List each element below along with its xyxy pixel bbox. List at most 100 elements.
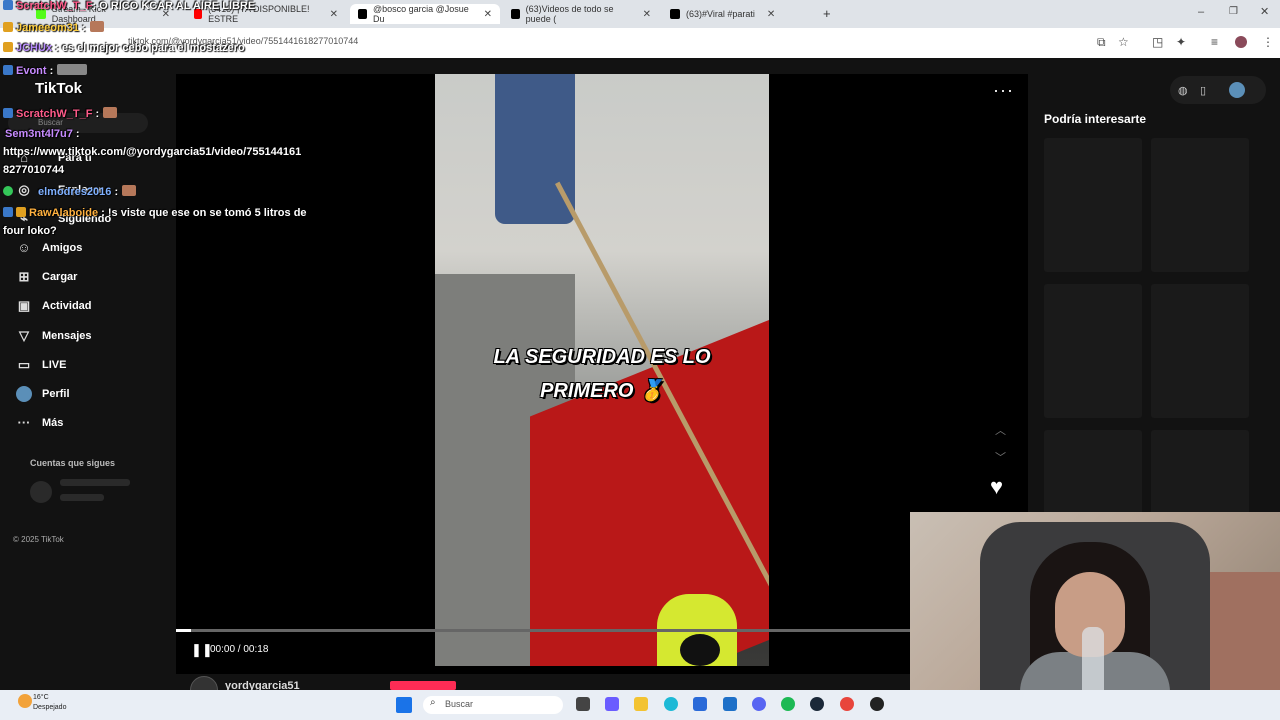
- friends-icon: ☺: [17, 240, 31, 255]
- minimize-icon[interactable]: –: [1198, 6, 1204, 18]
- chat-message: ScratchW_T_F :: [3, 107, 118, 120]
- chevron-down-icon[interactable]: ﹀: [995, 449, 1006, 465]
- close-icon[interactable]: ✕: [484, 9, 492, 20]
- chat-badge-icon: [3, 207, 13, 217]
- chat-badge-icon: [3, 22, 13, 32]
- translate-icon[interactable]: ⧉: [1097, 35, 1106, 50]
- chat-message: four loko?: [3, 225, 57, 237]
- more-icon: ···: [17, 415, 31, 430]
- video-time: 00:00 / 00:18: [210, 644, 269, 655]
- chat-emote-icon: [89, 21, 104, 32]
- windows-start-icon[interactable]: [396, 697, 412, 713]
- tiktok-logo[interactable]: TikTok: [35, 80, 82, 97]
- sidebar-item-perfil[interactable]: Perfil: [16, 386, 70, 402]
- chat-emote-icon: [103, 107, 118, 118]
- tab-tiktok-active[interactable]: @bosco garcia @Josue Du ✕: [350, 4, 500, 24]
- progress-fill: [176, 629, 191, 632]
- close-icon[interactable]: ✕: [643, 9, 651, 20]
- chat-badge-icon: [3, 65, 13, 75]
- bookmark-star-icon[interactable]: ☆: [1118, 35, 1129, 49]
- activity-icon: ▣: [17, 298, 31, 313]
- puzzle-icon[interactable]: ✦: [1176, 35, 1186, 49]
- outlook-icon[interactable]: [723, 697, 737, 711]
- sidebar-item-amigos[interactable]: ☺ Amigos: [16, 240, 82, 255]
- extension-icon[interactable]: ◳: [1152, 35, 1163, 49]
- browser-menu-icon[interactable]: ⋮: [1262, 35, 1274, 49]
- copyright: © 2025 TikTok: [13, 535, 64, 544]
- sidebar-item-cargar[interactable]: ⊞ Cargar: [16, 269, 78, 285]
- tab-tiktok-viral[interactable]: (63)#Viral #parati ✕: [662, 4, 822, 24]
- chat-message: Jameeom31 :: [3, 21, 104, 34]
- profile-icon: [16, 386, 32, 402]
- chat-badge-icon: [3, 42, 13, 52]
- weather-status: Despejado: [33, 704, 67, 711]
- steam-icon[interactable]: [810, 697, 824, 711]
- live-icon: ▭: [17, 357, 31, 372]
- suggestion-card[interactable]: [1151, 284, 1249, 418]
- tiktok-icon: [670, 9, 680, 19]
- store-icon[interactable]: [693, 697, 707, 711]
- close-icon[interactable]: ✕: [330, 9, 338, 20]
- like-heart-icon[interactable]: ♥: [990, 474, 1003, 500]
- obs-icon[interactable]: [870, 697, 884, 711]
- webcam-overlay: [910, 512, 1280, 720]
- video-caption: LA SEGURIDAD ES LO PRIMERO 🥇: [435, 340, 769, 408]
- sidebar-item-actividad[interactable]: ▣ Actividad: [16, 298, 92, 314]
- profile-avatar-icon[interactable]: [1235, 36, 1247, 48]
- weather-icon[interactable]: [18, 694, 32, 708]
- upload-icon: ⊞: [18, 269, 30, 284]
- tiktok-icon: [511, 9, 520, 19]
- suggestion-card[interactable]: [1044, 138, 1142, 272]
- skeleton-avatar: [30, 481, 52, 503]
- file-explorer-icon[interactable]: [634, 697, 648, 711]
- chat-message: Sem3nt4l7u7 :: [5, 128, 80, 140]
- chevron-up-icon[interactable]: ︿: [995, 422, 1006, 438]
- chat-message: JCHUx : es el mejor cebo para el mostaze…: [3, 42, 245, 54]
- tab-tiktok-videos[interactable]: (63)Videos de todo se puede (✕: [503, 4, 659, 24]
- caption-line-2: PRIMERO 🥇: [540, 380, 664, 402]
- sidebar-item-mas[interactable]: ··· Más: [16, 415, 64, 430]
- chat-message-link[interactable]: 8277010744: [3, 164, 64, 176]
- progress-track[interactable]: [176, 629, 910, 632]
- chat-emote-icon: [122, 185, 137, 196]
- follow-button[interactable]: [390, 681, 456, 690]
- phone-icon[interactable]: ▯: [1200, 84, 1206, 97]
- copilot-icon[interactable]: [605, 697, 619, 711]
- video-worker-top: [495, 74, 575, 224]
- discord-icon[interactable]: [752, 697, 766, 711]
- skeleton-line: [60, 494, 104, 501]
- chat-badge-icon: [3, 0, 13, 10]
- edge-icon[interactable]: [664, 697, 678, 711]
- user-avatar-icon[interactable]: [1229, 82, 1245, 98]
- window-close-icon[interactable]: ✕: [1260, 5, 1269, 18]
- close-icon[interactable]: ✕: [767, 9, 775, 20]
- sidebar-item-live[interactable]: ▭ LIVE: [16, 357, 67, 373]
- taskbar-search[interactable]: Buscar: [423, 696, 563, 714]
- maximize-icon[interactable]: ❐: [1229, 6, 1238, 17]
- suggestion-card[interactable]: [1151, 138, 1249, 272]
- video-worker-head: [680, 634, 720, 666]
- coin-icon[interactable]: ◍: [1178, 84, 1188, 97]
- media-icon[interactable]: ≡: [1211, 35, 1218, 49]
- chrome-icon[interactable]: [840, 697, 854, 711]
- task-view-icon[interactable]: [576, 697, 590, 711]
- suggestions-title: Podría interesarte: [1044, 112, 1147, 126]
- chat-message: Evont :: [3, 64, 88, 77]
- suggestion-card[interactable]: [1044, 284, 1142, 418]
- tiktok-icon: [358, 9, 367, 19]
- chat-message-link[interactable]: https://www.tiktok.com/@yordygarcia51/vi…: [3, 146, 301, 158]
- chat-message: RawAlaboide : !s viste que ese on se tom…: [3, 207, 307, 219]
- temperature: 16°C: [33, 694, 49, 701]
- chat-badge-icon: [3, 186, 13, 196]
- caption-line-1: LA SEGURIDAD ES LO: [493, 346, 711, 368]
- chat-message: ScratchW_T_F: O RICO KCAR AL AIRE LIBRE: [3, 0, 255, 12]
- spotify-icon[interactable]: [781, 697, 795, 711]
- chat-emote-icon: [57, 64, 88, 75]
- new-tab-icon[interactable]: +: [823, 6, 831, 21]
- following-accounts-title: Cuentas que sigues: [30, 458, 116, 468]
- search-icon: ⌕: [430, 697, 436, 708]
- chat-message: elmodres2016 :: [3, 185, 137, 198]
- ellipsis-icon[interactable]: ···: [993, 80, 1014, 101]
- skeleton-line: [60, 479, 130, 486]
- sidebar-item-mensajes[interactable]: ▽ Mensajes: [16, 328, 92, 344]
